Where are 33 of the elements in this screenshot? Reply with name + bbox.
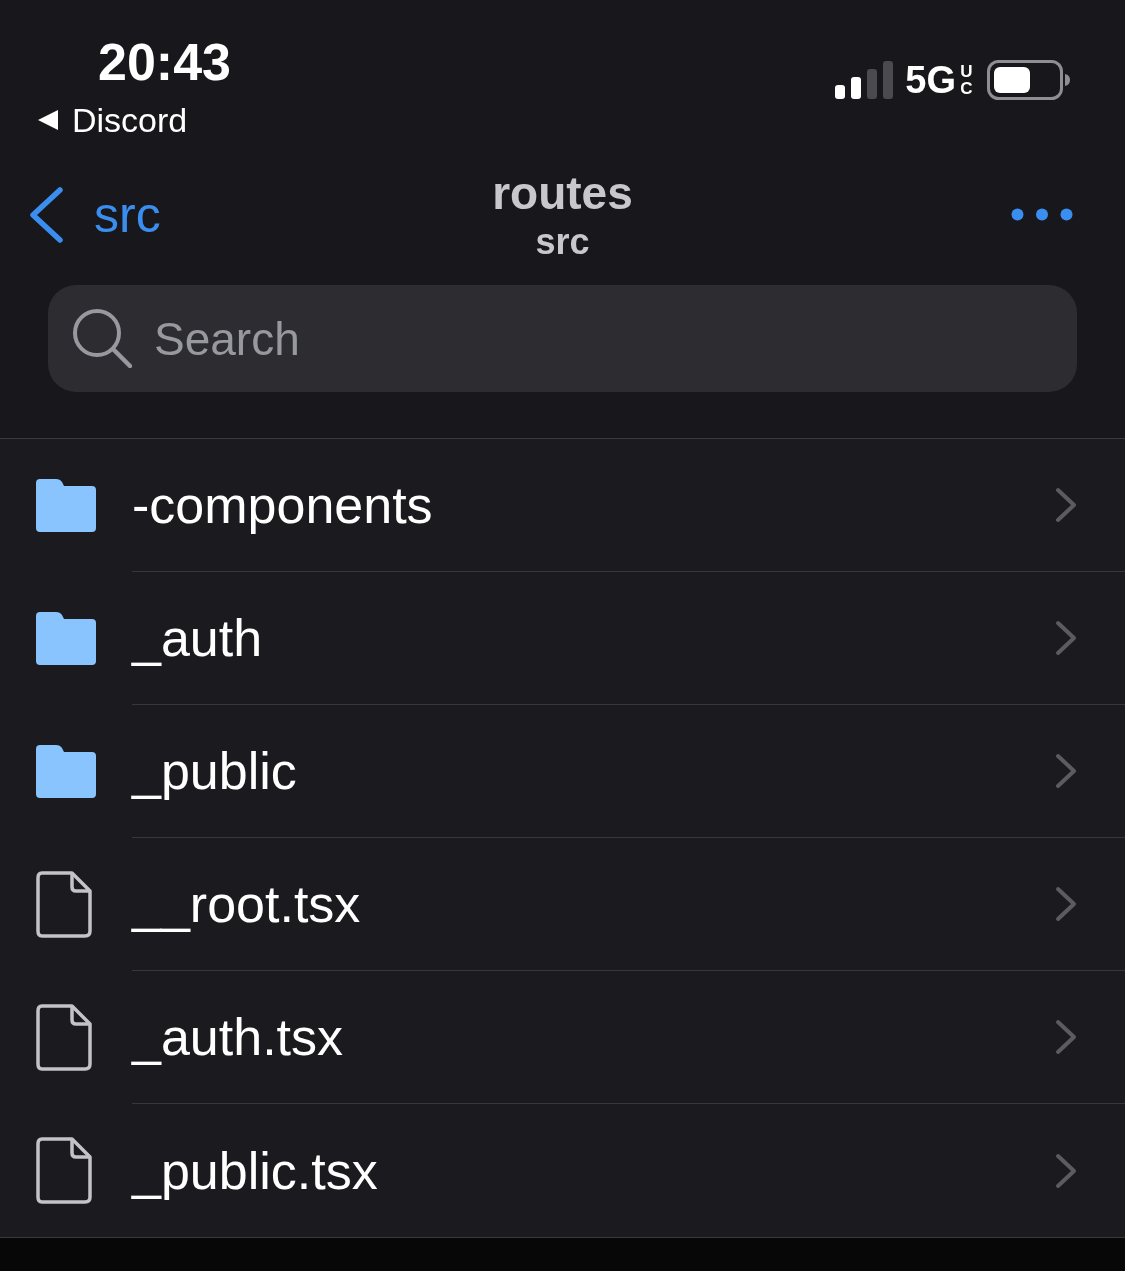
- triangle-left-icon: [38, 110, 58, 130]
- file-list-item[interactable]: -components: [0, 439, 1125, 572]
- signal-icon: [835, 61, 894, 99]
- file-icon: [36, 1004, 92, 1071]
- file-list-item[interactable]: _auth: [0, 572, 1125, 705]
- file-list-item[interactable]: __root.tsx: [0, 838, 1125, 971]
- chevron-right-icon: [1055, 886, 1077, 922]
- file-list-item[interactable]: _public: [0, 705, 1125, 838]
- folder-icon: [36, 612, 96, 665]
- file-icon: [36, 1137, 92, 1204]
- back-to-app-link[interactable]: Discord: [38, 100, 231, 140]
- file-list-item[interactable]: _auth.tsx: [0, 971, 1125, 1104]
- chevron-right-icon: [1055, 753, 1077, 789]
- folder-subtitle: src: [535, 220, 590, 264]
- file-icon: [36, 871, 92, 938]
- folder-title: routes: [492, 166, 633, 220]
- network-label: 5G: [905, 60, 956, 100]
- status-time: 20:43: [98, 32, 231, 93]
- file-list-item[interactable]: _public.tsx: [0, 1104, 1125, 1237]
- folder-icon: [36, 479, 96, 532]
- search-field[interactable]: Search: [48, 285, 1077, 392]
- back-button[interactable]: src: [28, 186, 161, 244]
- folder-icon: [36, 745, 96, 798]
- search-icon: [72, 308, 132, 368]
- chevron-right-icon: [1055, 620, 1077, 656]
- chevron-left-icon: [28, 187, 64, 243]
- ellipsis-icon: [1011, 208, 1073, 221]
- chevron-right-icon: [1055, 487, 1077, 523]
- chevron-right-icon: [1055, 1152, 1077, 1189]
- more-button[interactable]: [1011, 208, 1073, 221]
- network-suffix-label: UC: [959, 63, 974, 97]
- chevron-right-icon: [1055, 1019, 1077, 1055]
- battery-icon: [987, 60, 1071, 100]
